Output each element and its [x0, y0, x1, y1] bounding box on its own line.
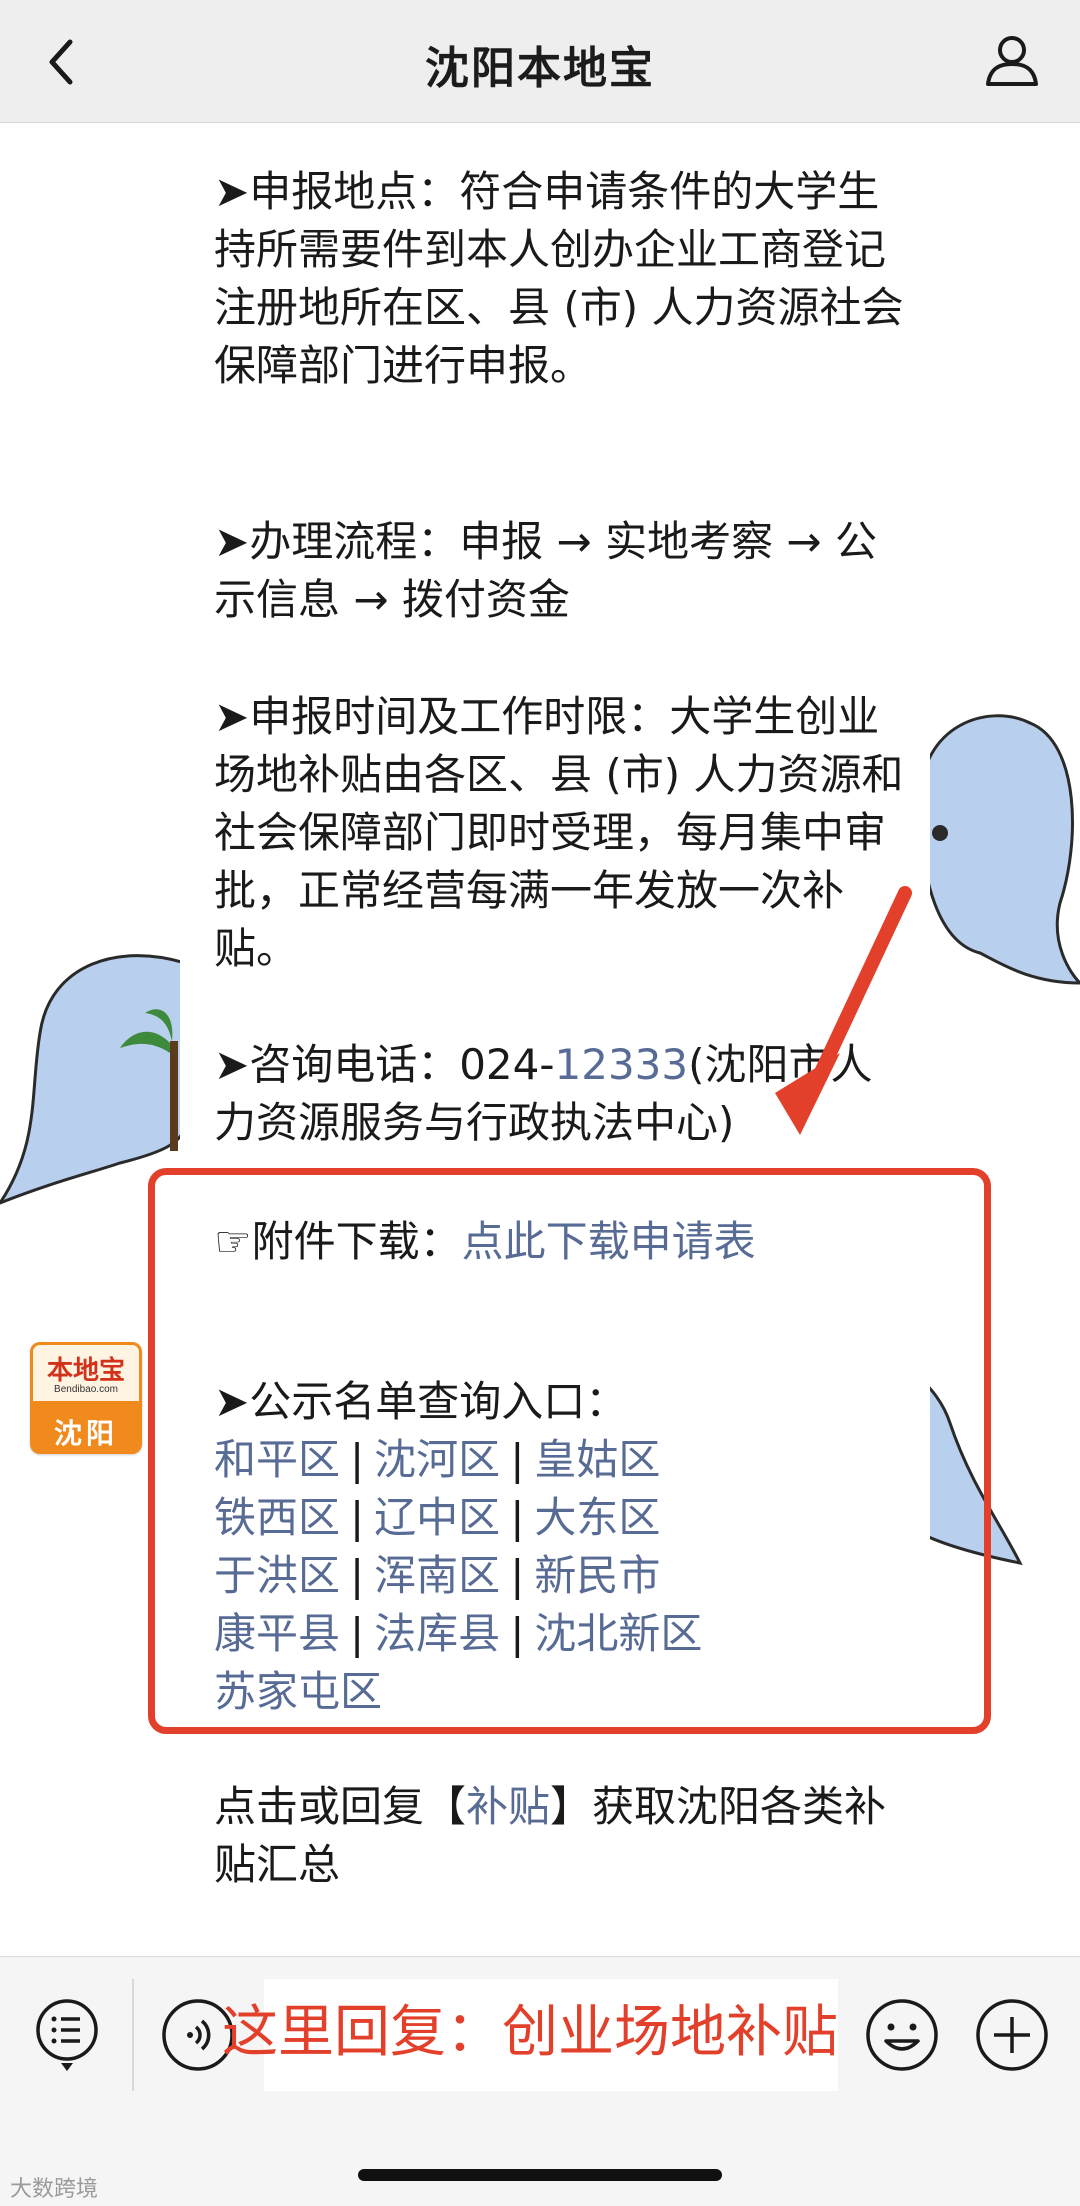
menu-list-icon[interactable]: [34, 1997, 100, 2077]
logo-brand-text: 本地宝: [46, 1356, 125, 1385]
logo-domain-text: Bendibao.com: [54, 1384, 118, 1395]
plus-icon[interactable]: [974, 1997, 1050, 2073]
home-indicator[interactable]: [358, 2169, 722, 2181]
navigation-bar: 沈阳本地宝: [0, 0, 1080, 123]
logo-city-text: 沈阳: [53, 1417, 118, 1450]
red-arrow-icon: [775, 886, 912, 1135]
bar-divider: [132, 1979, 134, 2091]
reply-hint-annotation: 这里回复：创业场地补贴: [222, 2000, 838, 2065]
emoji-icon[interactable]: [864, 1997, 940, 2073]
bendibao-logo[interactable]: 本地宝 Bendibao.com 沈阳: [30, 1342, 142, 1454]
article-content: ➤申报地点：符合申请条件的大学生持所需要件到本人创办企业工商登记注册地所在区、县…: [0, 123, 1080, 1956]
bottom-input-bar: 这里回复：创业场地补贴 大数跨境: [0, 1956, 1080, 2206]
page-title: 沈阳本地宝: [425, 43, 655, 94]
watermark: 大数跨境: [10, 2177, 99, 2202]
profile-icon[interactable]: [982, 30, 1042, 90]
